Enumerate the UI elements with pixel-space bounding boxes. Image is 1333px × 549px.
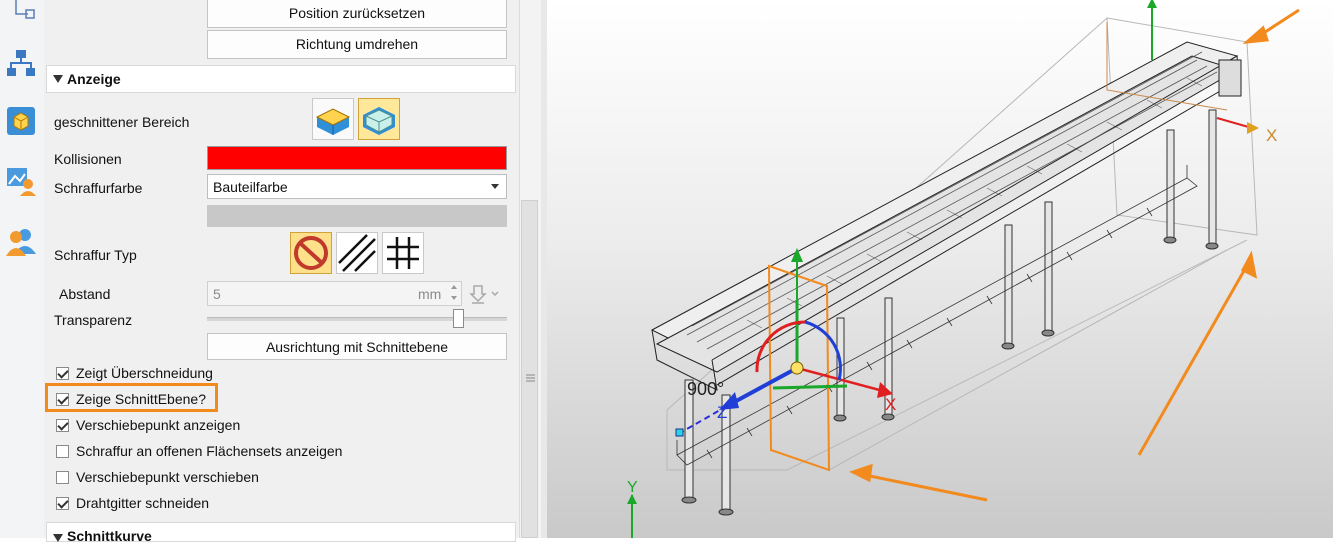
spin-down-icon[interactable] <box>451 296 457 300</box>
no-hatch-icon[interactable] <box>290 232 332 274</box>
cut-box-selected-icon[interactable] <box>358 98 400 140</box>
align-section-plane-button[interactable]: Ausrichtung mit Schnittebene <box>207 333 507 360</box>
section-display-title: Anzeige <box>67 71 121 87</box>
cut-area-label: geschnittener Bereich <box>54 114 190 130</box>
reverse-direction-button[interactable]: Richtung umdrehen <box>207 30 507 59</box>
section-display-header[interactable]: Anzeige <box>46 65 516 93</box>
image-user-icon[interactable] <box>6 166 36 196</box>
tree-icon[interactable] <box>6 0 36 30</box>
cut-wireframe-label: Drahtgitter schneiden <box>76 495 210 511</box>
show-move-point-label: Verschiebepunkt anzeigen <box>76 417 241 433</box>
hatch-type-label: Schraffur Typ <box>54 247 137 263</box>
hatch-color-preview <box>207 205 507 227</box>
collisions-label: Kollisionen <box>54 151 122 167</box>
gizmo-z-label: Z <box>717 403 727 422</box>
transparency-slider-thumb[interactable] <box>452 309 464 328</box>
cut-wireframe-checkbox[interactable] <box>56 497 69 510</box>
spin-up-icon[interactable] <box>451 285 457 289</box>
diagonal-hatch-icon[interactable] <box>336 232 378 274</box>
spacing-unit: mm <box>418 286 442 302</box>
gizmo-x-label: X <box>885 395 896 414</box>
dropdown-arrow-icon <box>491 184 499 189</box>
conveyor-model: 900° Z X Y X <box>627 0 1300 538</box>
left-toolbar <box>0 0 45 538</box>
box-icon[interactable] <box>6 106 36 136</box>
move-move-point-checkbox[interactable] <box>56 471 69 484</box>
scrollbar-thumb[interactable] <box>521 200 538 538</box>
3d-viewport[interactable]: 900° Z X Y X <box>547 0 1333 538</box>
reset-position-button[interactable]: Position zurücksetzen <box>207 0 507 28</box>
grip-icon <box>526 374 535 382</box>
hatch-color-value: Bauteilfarbe <box>213 179 288 195</box>
cut-box-icon[interactable] <box>312 98 354 140</box>
show-intersection-label: Zeigt Überschneidung <box>76 365 213 381</box>
angle-label: 900° <box>687 379 724 399</box>
transparency-label: Transparenz <box>54 312 133 328</box>
grid-hatch-icon[interactable] <box>382 232 424 274</box>
spacing-input[interactable]: 5 mm <box>207 281 462 306</box>
hatch-open-facesets-checkbox[interactable] <box>56 445 69 458</box>
show-section-plane-label: Zeige SchnittEbene? <box>76 391 206 407</box>
hatch-color-label: Schraffurfarbe <box>54 180 143 196</box>
collapse-triangle-icon <box>53 75 63 83</box>
pick-icon[interactable] <box>468 282 502 304</box>
spacing-label: Abstand <box>59 286 111 302</box>
hatch-open-facesets-label: Schraffur an offenen Flächensets anzeige… <box>76 443 343 459</box>
hierarchy-icon[interactable] <box>6 48 36 78</box>
world-y-label: Y <box>627 479 638 496</box>
hatch-color-select[interactable]: Bauteilfarbe <box>207 174 507 199</box>
spacing-value: 5 <box>213 286 221 302</box>
show-section-plane-checkbox[interactable] <box>56 393 69 406</box>
bbox-x-label: X <box>1266 126 1277 145</box>
section-curve-title: Schnittkurve <box>67 528 152 544</box>
show-move-point-checkbox[interactable] <box>56 419 69 432</box>
show-intersection-checkbox[interactable] <box>56 367 69 380</box>
section-curve-header[interactable]: Schnittkurve <box>46 522 516 544</box>
collisions-color-swatch[interactable] <box>207 146 507 170</box>
move-move-point-label: Verschiebepunkt verschieben <box>76 469 259 485</box>
collapse-triangle-icon <box>53 534 63 542</box>
users-icon[interactable] <box>6 226 36 256</box>
